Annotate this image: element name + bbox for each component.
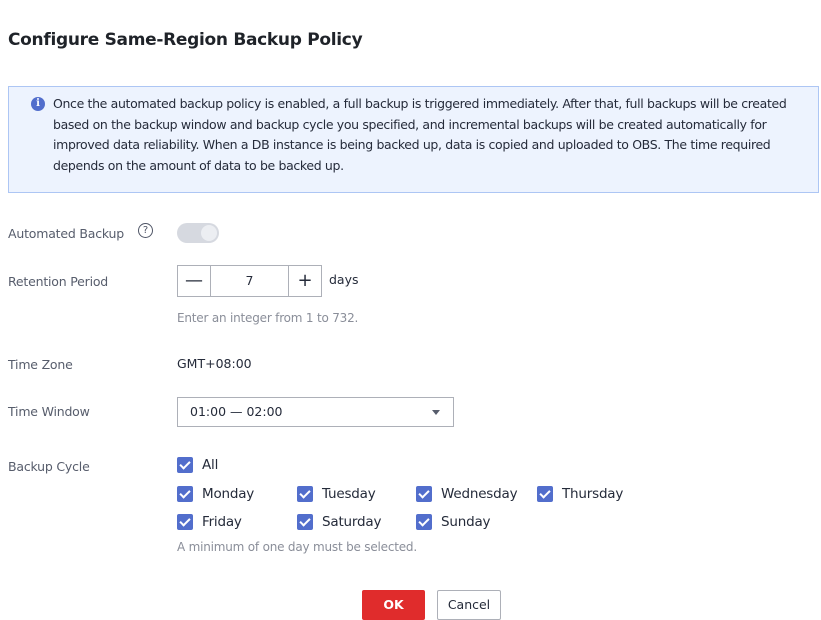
automated-backup-toggle[interactable] — [177, 223, 219, 243]
automated-backup-label: Automated Backup — [8, 226, 124, 241]
checkbox-monday[interactable]: Monday — [177, 485, 254, 503]
checkbox-day-label: Monday — [202, 486, 255, 502]
checkbox-day-label: Wednesday — [441, 486, 518, 502]
info-icon: i — [31, 97, 45, 111]
retention-unit: days — [329, 272, 359, 287]
retention-period-label: Retention Period — [8, 274, 109, 289]
retention-hint: Enter an integer from 1 to 732. — [177, 311, 359, 325]
dialog-title: Configure Same-Region Backup Policy — [8, 30, 363, 50]
checkbox-all[interactable]: All — [177, 456, 218, 474]
time-zone-label: Time Zone — [8, 357, 73, 372]
info-notice-text: Once the automated backup policy is enab… — [53, 96, 787, 173]
checkbox-friday[interactable]: Friday — [177, 513, 242, 531]
retention-period-stepper: — 7 + — [177, 265, 322, 297]
checkbox-checked-icon — [177, 457, 193, 473]
checkbox-all-label: All — [202, 457, 219, 473]
time-zone-value: GMT+08:00 — [177, 356, 252, 371]
time-window-select[interactable]: 01:00 — 02:00 — [177, 397, 454, 427]
ok-button[interactable]: OK — [362, 590, 425, 620]
decrement-button[interactable]: — — [178, 266, 211, 296]
checkbox-checked-icon — [297, 486, 313, 502]
increment-button[interactable]: + — [288, 266, 321, 296]
checkbox-checked-icon — [177, 486, 193, 502]
retention-period-input[interactable]: 7 — [211, 266, 288, 296]
checkbox-day-label: Saturday — [322, 514, 382, 530]
checkbox-thursday[interactable]: Thursday — [537, 485, 623, 503]
checkbox-checked-icon — [177, 514, 193, 530]
time-window-label: Time Window — [8, 404, 90, 419]
checkbox-checked-icon — [297, 514, 313, 530]
chevron-down-icon — [432, 410, 440, 415]
checkbox-wednesday[interactable]: Wednesday — [416, 485, 518, 503]
checkbox-checked-icon — [537, 486, 553, 502]
checkbox-checked-icon — [416, 514, 432, 530]
time-window-value: 01:00 — 02:00 — [190, 404, 283, 419]
backup-cycle-hint: A minimum of one day must be selected. — [177, 540, 417, 554]
toggle-knob — [201, 225, 217, 241]
checkbox-tuesday[interactable]: Tuesday — [297, 485, 376, 503]
info-notice: i Once the automated backup policy is en… — [8, 86, 819, 193]
backup-cycle-label: Backup Cycle — [8, 459, 90, 474]
checkbox-day-label: Friday — [202, 514, 242, 530]
checkbox-sunday[interactable]: Sunday — [416, 513, 491, 531]
cancel-button[interactable]: Cancel — [437, 590, 501, 620]
checkbox-checked-icon — [416, 486, 432, 502]
question-icon[interactable]: ? — [138, 223, 153, 238]
checkbox-day-label: Sunday — [441, 514, 491, 530]
checkbox-day-label: Tuesday — [322, 486, 376, 502]
checkbox-saturday[interactable]: Saturday — [297, 513, 381, 531]
checkbox-day-label: Thursday — [562, 486, 624, 502]
